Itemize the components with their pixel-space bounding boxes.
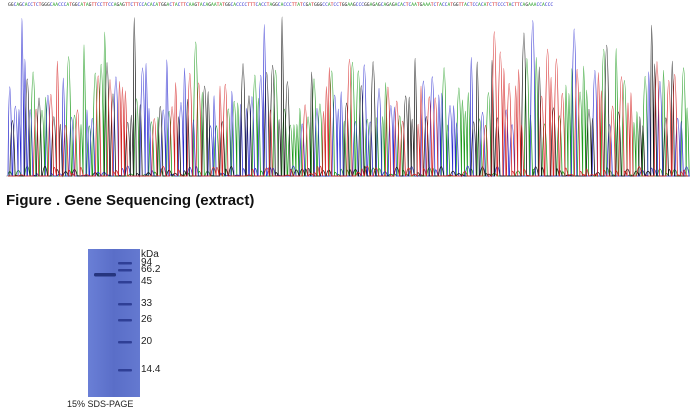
trace-group — [7, 16, 690, 178]
kda-label: 20 — [141, 336, 153, 347]
ladder-band — [118, 319, 132, 322]
kda-label: 26 — [141, 314, 153, 325]
ladder-band — [118, 341, 132, 344]
ladder-band — [118, 262, 132, 265]
kda-label: 45 — [141, 276, 153, 287]
sequencing-chromatogram — [6, 16, 690, 178]
ladder-band — [118, 303, 132, 306]
kda-label: 66.2 — [141, 264, 161, 275]
ladder-band — [118, 269, 132, 272]
ladder-band — [118, 369, 132, 372]
sds-page-gel — [88, 249, 140, 397]
kda-label: 14.4 — [141, 364, 161, 375]
gel-caption: 15% SDS-PAGE — [67, 399, 134, 409]
ladder-band — [118, 281, 132, 284]
kda-label: 33 — [141, 298, 153, 309]
sample-band — [94, 273, 116, 277]
figure-caption: Figure . Gene Sequencing (extract) — [6, 192, 255, 209]
gel-background — [88, 249, 140, 397]
